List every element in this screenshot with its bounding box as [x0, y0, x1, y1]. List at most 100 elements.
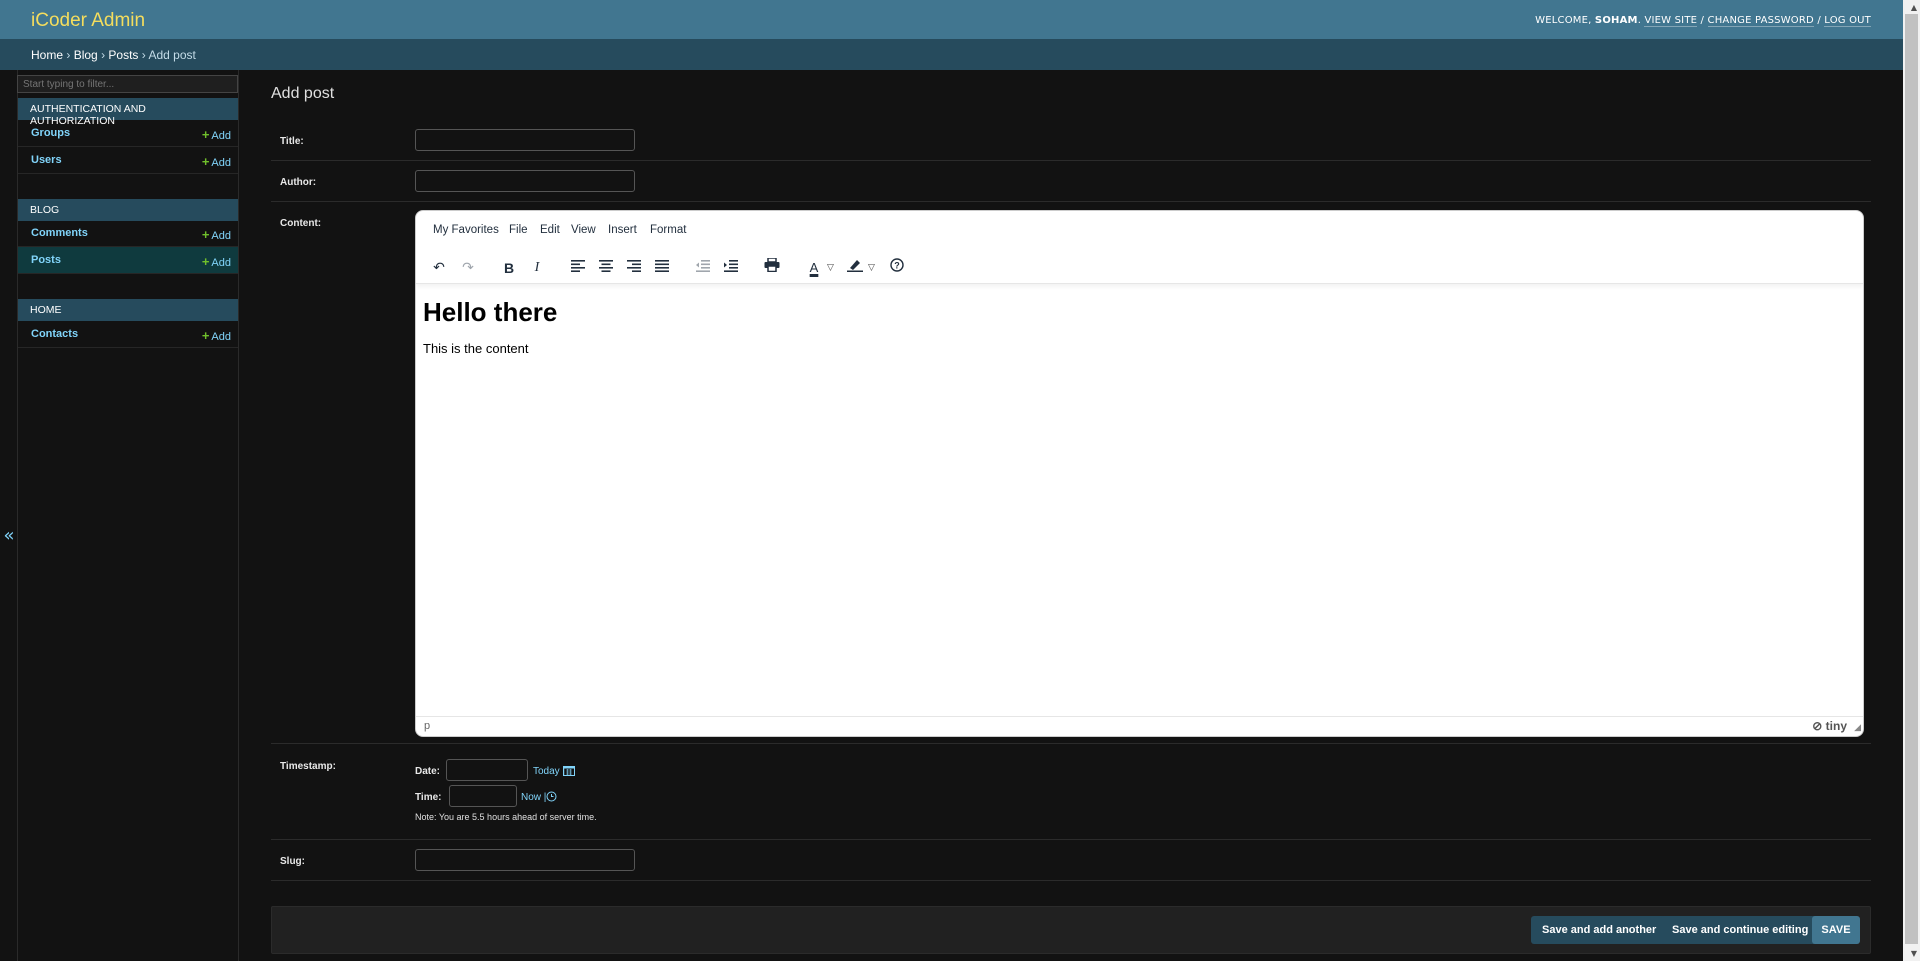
author-label: Author: [280, 177, 317, 188]
author-input[interactable] [415, 170, 635, 192]
sidebar-item-groups: Groups + Add [18, 120, 238, 147]
add-posts-button[interactable]: + Add [202, 254, 231, 269]
plus-icon: + [201, 328, 210, 343]
add-groups-button[interactable]: + Add [202, 127, 231, 142]
save-button[interactable]: SAVE [1812, 916, 1860, 944]
content-paragraph: This is the content [423, 341, 529, 356]
scrollbar-thumb[interactable] [1905, 14, 1918, 944]
today-link-label: Today [533, 766, 560, 777]
model-link-comments[interactable]: Comments [31, 227, 88, 239]
clock-icon[interactable] [546, 791, 557, 805]
align-justify-icon[interactable] [651, 257, 673, 279]
menu-view[interactable]: View [571, 224, 596, 236]
model-link-posts[interactable]: Posts [31, 254, 61, 266]
save-and-add-another-button[interactable]: Save and add another [1531, 916, 1668, 944]
today-link[interactable]: Today | [533, 766, 565, 777]
editor-statusbar: p ⊘ tiny ◢ [416, 716, 1863, 736]
plus-icon: + [201, 254, 210, 269]
time-input[interactable] [449, 785, 517, 807]
view-site-link[interactable]: VIEW SITE [1644, 15, 1698, 27]
italic-icon[interactable]: I [526, 257, 548, 279]
scroll-down-icon[interactable]: ▼ [1911, 949, 1917, 958]
highlight-color-icon[interactable] [844, 257, 866, 279]
welcome-text: WELCOME, [1535, 15, 1592, 26]
breadcrumb: Home › Blog › Posts › Add post [0, 39, 1903, 70]
editor-toolbar: ↶ ↷ B I A ▽ ▽ ? [416, 251, 1863, 284]
chevron-down-icon[interactable]: ▽ [827, 257, 834, 279]
date-label: Date: [415, 766, 441, 777]
separator: / [1700, 15, 1705, 26]
svg-text:?: ? [894, 261, 900, 271]
date-input[interactable] [446, 759, 528, 781]
add-comments-button[interactable]: + Add [202, 227, 231, 242]
add-users-button[interactable]: + Add [202, 154, 231, 169]
breadcrumb-blog[interactable]: Blog [74, 48, 98, 62]
rich-text-editor: My Favorites File Edit View Insert Forma… [415, 210, 1864, 737]
plus-icon: + [201, 154, 210, 169]
slug-input[interactable] [415, 849, 635, 871]
undo-icon[interactable]: ↶ [428, 257, 450, 279]
editor-menubar: My Favorites File Edit View Insert Forma… [416, 211, 1863, 251]
indent-icon[interactable] [720, 257, 742, 279]
sidebar-item-contacts: Contacts + Add [18, 321, 238, 348]
menu-edit[interactable]: Edit [540, 224, 560, 236]
resize-handle-icon[interactable]: ◢ [1854, 722, 1861, 733]
menu-file[interactable]: File [509, 224, 528, 236]
model-link-contacts[interactable]: Contacts [31, 328, 78, 340]
separator: / [1817, 15, 1821, 26]
save-and-continue-button[interactable]: Save and continue editing [1661, 916, 1820, 944]
plus-icon: + [201, 227, 210, 242]
content-label: Content: [280, 218, 322, 229]
module-caption-home[interactable]: HOME [18, 299, 238, 321]
module-caption-blog[interactable]: BLOG [18, 199, 238, 221]
breadcrumb-sep: › [66, 48, 71, 62]
timezone-note: Note: You are 5.5 hours ahead of server … [415, 812, 597, 822]
change-password-link[interactable]: CHANGE PASSWORD [1707, 15, 1814, 27]
sidebar-collapse-toggle[interactable]: « [2, 525, 16, 547]
now-link-label: Now [521, 792, 542, 803]
title-input[interactable] [415, 129, 635, 151]
model-link-users[interactable]: Users [31, 154, 62, 166]
model-link-groups[interactable]: Groups [31, 127, 70, 139]
breadcrumb-posts[interactable]: Posts [108, 48, 138, 62]
menu-my-favorites[interactable]: My Favorites [433, 224, 499, 236]
breadcrumb-sep: › [141, 48, 146, 62]
editor-content-area[interactable]: Hello there This is the content [423, 297, 1853, 356]
sidebar-item-users: Users + Add [18, 147, 238, 174]
plus-icon: + [201, 127, 210, 142]
breadcrumb-sep: › [101, 48, 106, 62]
print-icon[interactable] [761, 257, 783, 279]
tiny-brand-icon: ⊘ [1812, 719, 1823, 733]
align-right-icon[interactable] [623, 257, 645, 279]
breadcrumb-home[interactable]: Home [31, 48, 63, 62]
now-link[interactable]: Now | [521, 792, 546, 803]
nav-filter-input[interactable] [17, 75, 238, 93]
calendar-icon[interactable] [563, 765, 575, 779]
add-label: Add [211, 331, 231, 343]
site-title[interactable]: iCoder Admin [31, 10, 145, 32]
align-center-icon[interactable] [595, 257, 617, 279]
add-label: Add [211, 157, 231, 169]
username: SOHAM [1594, 15, 1638, 26]
align-left-icon[interactable] [567, 257, 589, 279]
add-label: Add [211, 230, 231, 242]
help-icon[interactable]: ? [886, 257, 908, 279]
redo-icon[interactable]: ↷ [457, 257, 479, 279]
module-caption-auth[interactable]: AUTHENTICATION AND AUTHORIZATION [18, 98, 238, 127]
chevron-down-icon[interactable]: ▽ [868, 257, 875, 279]
bold-icon[interactable]: B [498, 257, 520, 279]
menu-insert[interactable]: Insert [608, 224, 637, 236]
log-out-link[interactable]: LOG OUT [1824, 15, 1871, 27]
outdent-icon[interactable] [692, 257, 714, 279]
add-contacts-button[interactable]: + Add [202, 328, 231, 343]
text-color-icon[interactable]: A [803, 257, 825, 279]
scroll-up-icon[interactable]: ▲ [1911, 3, 1917, 12]
user-tools: WELCOME, SOHAM. VIEW SITE / CHANGE PASSW… [1535, 15, 1871, 27]
submit-row: Save and add another Save and continue e… [271, 906, 1871, 954]
sidebar-item-comments: Comments + Add [18, 220, 238, 247]
menu-format[interactable]: Format [650, 224, 686, 236]
element-path[interactable]: p [424, 720, 430, 732]
add-label: Add [211, 257, 231, 269]
timestamp-label: Timestamp: [280, 761, 336, 772]
tiny-logo[interactable]: ⊘ tiny [1812, 719, 1847, 733]
